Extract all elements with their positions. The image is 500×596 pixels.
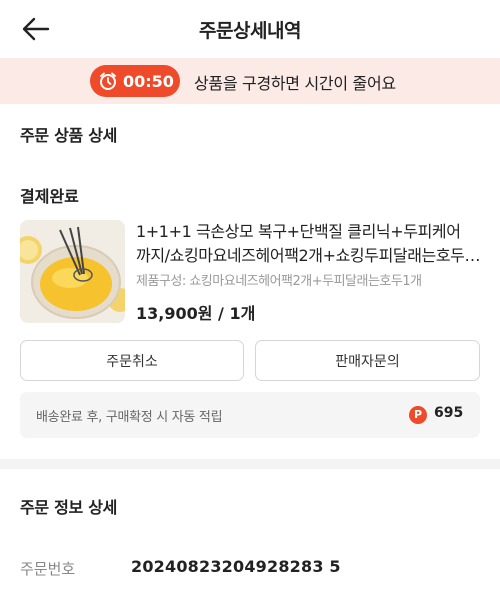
point-coin-icon: P	[409, 406, 427, 424]
point-info-box: 배송완료 후, 구매확정 시 자동 적립 P 695	[20, 392, 480, 438]
product-name-line1: 1+1+1 극손상모 복구+단백질 클리닉+두피케어	[136, 222, 461, 241]
point-message: 배송완료 후, 구매확정 시 자동 적립	[36, 410, 223, 425]
timer-banner[interactable]: 00:50 상품을 구경하면 시간이 줄어요	[0, 58, 500, 104]
section-divider	[0, 459, 500, 469]
product-thumbnail[interactable]	[20, 220, 125, 323]
order-info-title: 주문 정보 상세	[20, 498, 118, 517]
product-price: 13,900원 / 1개	[136, 304, 256, 323]
page-title: 주문상세내역	[199, 20, 301, 42]
timer-message: 상품을 구경하면 시간이 줄어요	[194, 74, 396, 93]
product-name-line2: 까지/쇼킹마요네즈헤어팩2개+쇼킹두피달래는호두1개	[136, 246, 484, 265]
order-status: 결제완료	[20, 187, 79, 206]
product-name[interactable]: 1+1+1 극손상모 복구+단백질 클리닉+두피케어 까지/쇼킹마요네즈헤어팩2…	[136, 220, 484, 268]
order-number-value: 20240823204928283 5	[131, 557, 341, 576]
order-number-label: 주문번호	[20, 560, 76, 578]
point-value: 695	[434, 405, 464, 421]
header: 주문상세내역	[0, 0, 500, 58]
timer-pill: 00:50	[90, 65, 180, 97]
product-option: 제품구성: 쇼킹마요네즈헤어팩2개+두피달래는호두1개	[136, 274, 422, 289]
timer-value: 00:50	[123, 71, 174, 91]
seller-inquiry-button[interactable]: 판매자문의	[255, 340, 480, 381]
cancel-order-button[interactable]: 주문취소	[20, 340, 244, 381]
product-section-title: 주문 상품 상세	[20, 126, 118, 145]
alarm-clock-icon	[100, 72, 116, 90]
